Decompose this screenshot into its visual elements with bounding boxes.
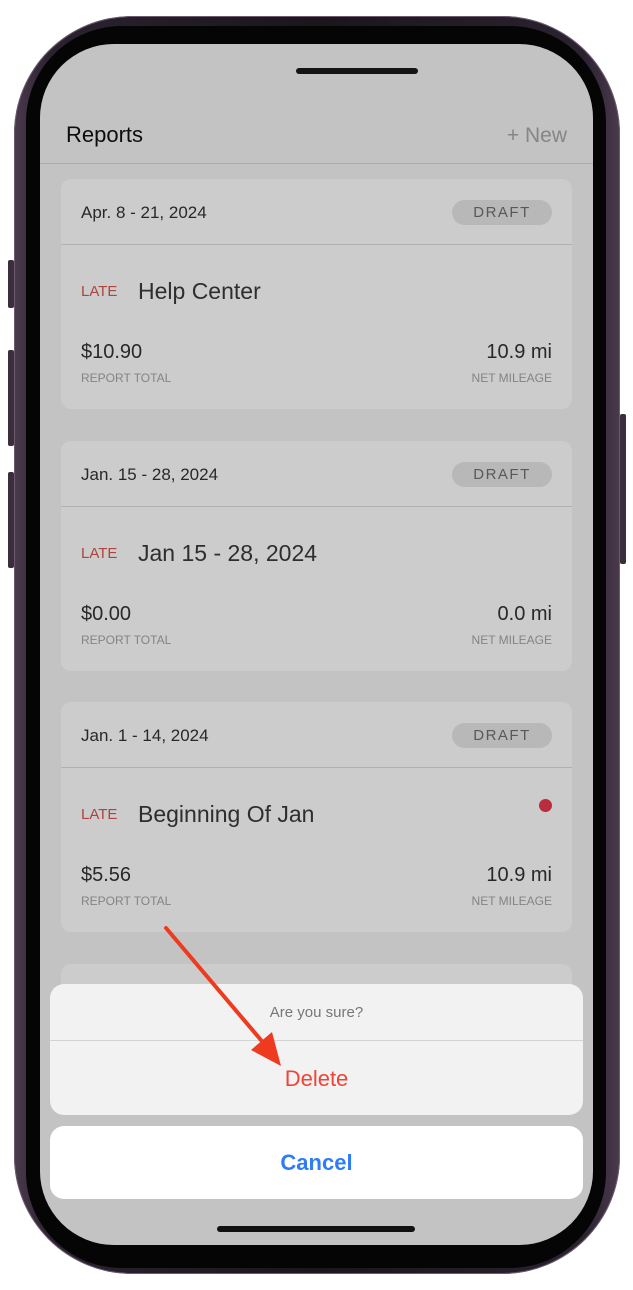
app-screen: Reports + New Apr. 8 - 21, 2024 DRAFT LA… <box>40 44 593 1245</box>
power-button <box>620 414 626 564</box>
home-indicator[interactable] <box>217 1226 415 1232</box>
action-button <box>8 260 14 308</box>
delete-button[interactable]: Delete <box>50 1042 583 1115</box>
cancel-button[interactable]: Cancel <box>50 1126 583 1199</box>
action-sheet: Are you sure? Delete <box>50 984 583 1115</box>
action-sheet-title: Are you sure? <box>50 984 583 1041</box>
volume-up-button <box>8 350 14 446</box>
volume-down-button <box>8 472 14 568</box>
